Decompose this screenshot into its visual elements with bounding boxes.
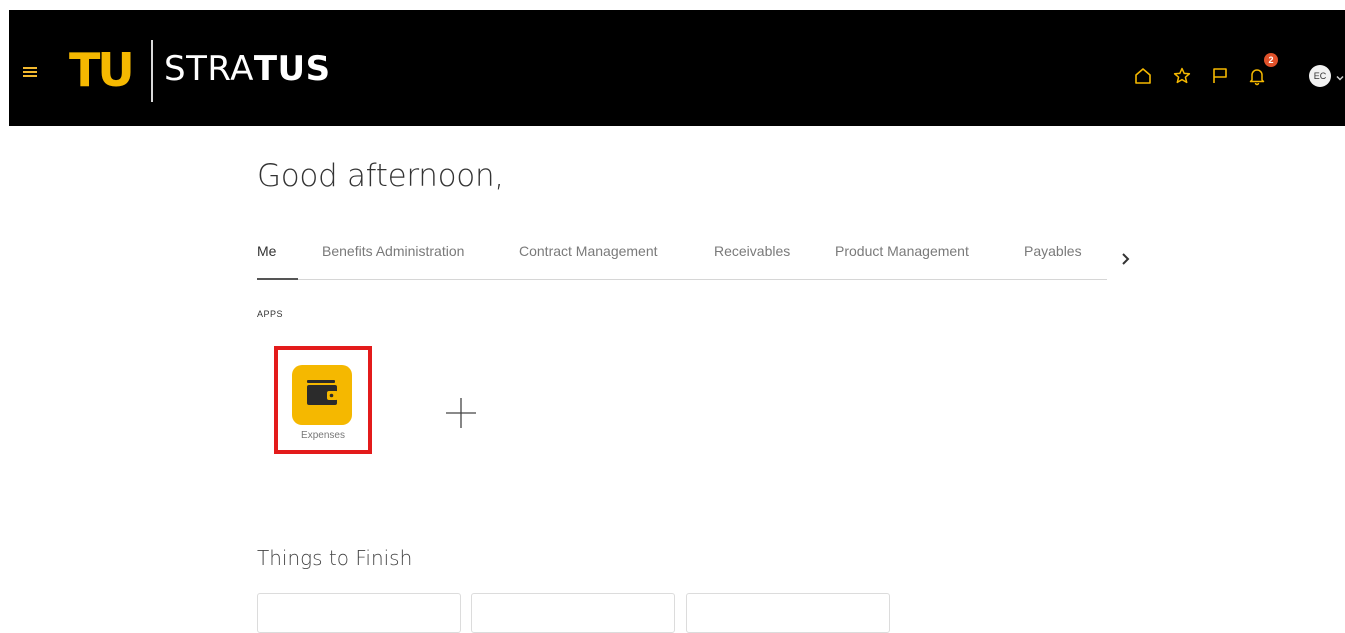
chevron-down-icon[interactable] [1335, 70, 1345, 81]
tab-product-management[interactable]: Product Management [835, 243, 969, 279]
logo-name-bold: TUS [253, 49, 331, 89]
star-icon[interactable] [1172, 66, 1192, 86]
hamburger-menu-icon[interactable] [23, 67, 37, 77]
logo-divider [151, 40, 153, 102]
app-tile-expenses[interactable]: Expenses [274, 346, 372, 454]
top-header-bar: TU STRATUS 2 EC [9, 10, 1345, 126]
tab-me[interactable]: Me [257, 243, 300, 280]
plus-icon[interactable] [444, 396, 478, 430]
notification-count-badge: 2 [1264, 53, 1278, 67]
chevron-right-icon[interactable] [1119, 250, 1133, 268]
tab-payables[interactable]: Payables [1024, 243, 1082, 279]
wallet-icon [292, 365, 352, 425]
tab-receivables[interactable]: Receivables [714, 243, 790, 279]
home-icon[interactable] [1133, 66, 1153, 86]
logo-mark[interactable]: TU [69, 42, 135, 98]
tab-benefits-administration[interactable]: Benefits Administration [322, 243, 464, 279]
task-card[interactable] [686, 593, 890, 633]
things-to-finish-title: Things to Finish [257, 546, 413, 570]
task-card[interactable] [257, 593, 461, 633]
task-card[interactable] [471, 593, 675, 633]
apps-section-label: APPS [257, 309, 284, 319]
bell-icon[interactable] [1247, 66, 1267, 86]
greeting-title: Good afternoon, [257, 158, 504, 194]
user-avatar[interactable]: EC [1309, 65, 1331, 87]
app-logo-name[interactable]: STRATUS [164, 46, 331, 92]
springboard-tabs: Me Benefits Administration Contract Mana… [257, 243, 1107, 280]
app-label-expenses: Expenses [301, 430, 345, 441]
flag-icon[interactable] [1210, 66, 1230, 86]
logo-name-plain: STRA [164, 49, 254, 89]
tab-contract-management[interactable]: Contract Management [519, 243, 658, 279]
